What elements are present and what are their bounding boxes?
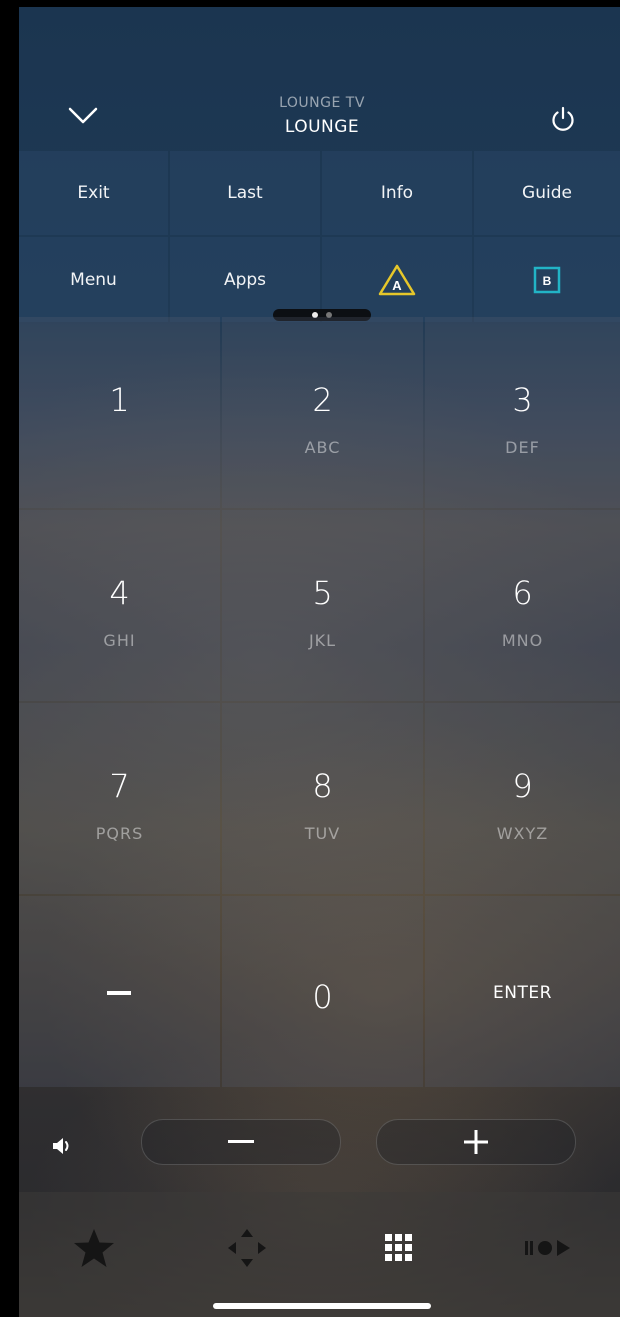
speaker-icon — [53, 1138, 69, 1154]
enter-button[interactable]: ENTER — [425, 896, 620, 1087]
menu-button[interactable]: Menu — [19, 237, 168, 322]
key-2[interactable]: 2 ABC — [222, 317, 423, 508]
volume-up-button[interactable] — [376, 1119, 576, 1165]
key-digit: 9 — [512, 767, 533, 805]
dash-icon — [107, 991, 131, 995]
color-b-button[interactable]: B — [474, 237, 620, 322]
key-letters: TUV — [304, 824, 341, 843]
key-8[interactable]: 8 TUV — [222, 703, 423, 894]
remote-screen: LOUNGE TV LOUNGE Exit Last Info Guide Me… — [19, 7, 620, 1317]
key-letters: WXYZ — [496, 824, 549, 843]
transport-icon — [525, 1240, 570, 1256]
key-4[interactable]: 4 GHI — [19, 510, 220, 701]
key-digit: 1 — [109, 381, 130, 419]
key-0[interactable]: 0 — [222, 896, 423, 1087]
device-name: LOUNGE TV — [279, 95, 365, 111]
key-5[interactable]: 5 JKL — [222, 510, 423, 701]
key-digit: 8 — [312, 767, 333, 805]
tab-dpad[interactable] — [217, 1218, 277, 1278]
tab-keypad[interactable] — [369, 1218, 429, 1278]
dpad-icon — [228, 1229, 266, 1267]
key-digit: 5 — [312, 574, 333, 612]
key-letters: MNO — [501, 631, 544, 650]
chevron-down-icon — [68, 107, 98, 124]
cyan-square-icon: B — [533, 266, 561, 293]
tab-transport[interactable] — [519, 1218, 579, 1278]
key-digit: 2 — [312, 381, 333, 419]
enter-label: ENTER — [493, 983, 552, 1003]
key-digit: 7 — [109, 767, 130, 805]
key-letters: PQRS — [95, 824, 144, 843]
power-icon — [552, 106, 574, 131]
star-icon — [74, 1229, 114, 1267]
home-indicator[interactable] — [213, 1303, 431, 1309]
key-6[interactable]: 6 MNO — [425, 510, 620, 701]
power-button[interactable] — [543, 99, 583, 139]
key-digit: 4 — [109, 574, 130, 612]
volume-down-button[interactable] — [141, 1119, 341, 1165]
key-letters: DEF — [505, 438, 540, 457]
collapse-button[interactable] — [63, 98, 103, 134]
key-dash[interactable] — [19, 896, 220, 1087]
exit-button[interactable]: Exit — [19, 151, 168, 235]
key-1[interactable]: 1 — [19, 317, 220, 508]
key-digit: 3 — [512, 381, 533, 419]
key-9[interactable]: 9 WXYZ — [425, 703, 620, 894]
minus-icon — [228, 1140, 254, 1143]
guide-button[interactable]: Guide — [474, 151, 620, 235]
key-3[interactable]: 3 DEF — [425, 317, 620, 508]
keypad-grid-icon — [385, 1234, 412, 1261]
key-digit: 0 — [312, 978, 333, 1016]
bottom-tab-bar — [19, 1192, 620, 1317]
plus-icon — [464, 1130, 488, 1154]
color-b-label: B — [543, 274, 552, 288]
tab-favorites[interactable] — [64, 1218, 124, 1278]
color-a-label: A — [392, 278, 402, 293]
info-button[interactable]: Info — [322, 151, 472, 235]
last-button[interactable]: Last — [170, 151, 320, 235]
yellow-triangle-icon: A — [378, 264, 416, 295]
volume-icon-wrap — [49, 1131, 75, 1161]
key-7[interactable]: 7 PQRS — [19, 703, 220, 894]
key-digit: 6 — [512, 574, 533, 612]
room-name: LOUNGE — [284, 117, 360, 137]
key-letters: JKL — [308, 631, 337, 650]
key-letters: GHI — [103, 631, 136, 650]
key-letters: ABC — [304, 438, 341, 457]
